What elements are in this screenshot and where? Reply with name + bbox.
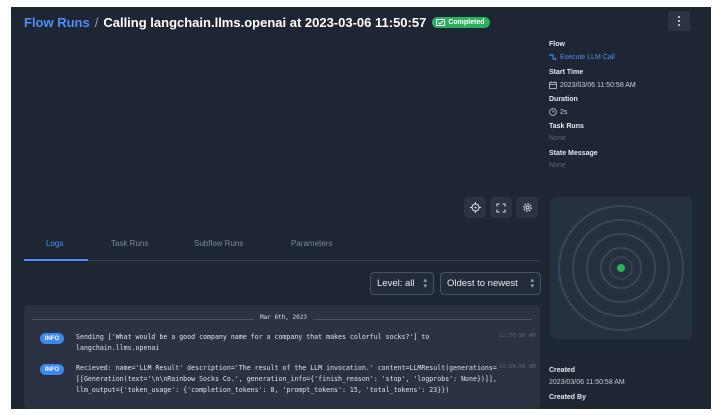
breadcrumb-flow-runs-link[interactable]: Flow Runs [24, 15, 90, 30]
flow-link[interactable]: Execute LLM Call [549, 53, 615, 61]
status-badge: Completed [432, 16, 491, 28]
sort-chevron-icon: ▴ ▾ [530, 276, 534, 290]
sort-chevron-icon: ▴ ▾ [423, 276, 427, 290]
timeline-settings-button[interactable] [516, 197, 538, 218]
clock-icon [549, 108, 557, 116]
log-timestamp: 11:50:58 AM [499, 333, 536, 339]
radar-graph [558, 205, 684, 331]
settings-icon [522, 203, 532, 212]
duration-label: Duration [549, 96, 578, 103]
task-runs-label: Task Runs [549, 123, 584, 130]
log-level-select[interactable]: Level: all ▴ ▾ [370, 272, 434, 295]
tab-parameters[interactable]: Parameters [291, 239, 332, 248]
duration-value: 2s [560, 108, 568, 116]
created-value: 2023/03/06 11:50:58 AM [549, 379, 625, 386]
flow-label: Flow [549, 41, 565, 48]
flow-run-radar[interactable] [550, 197, 692, 339]
duration: 2s [549, 108, 567, 116]
state-message-label: State Message [549, 150, 598, 157]
calendar-icon [549, 81, 557, 89]
created-by-label: Created By [549, 394, 586, 401]
start-time-value: 2023/03/06 11:50:58 AM [560, 81, 636, 89]
more-options-button[interactable] [668, 11, 690, 31]
task-runs-value: None [549, 135, 566, 142]
log-sort-select[interactable]: Oldest to newest ▴ ▾ [440, 272, 541, 295]
logs-panel[interactable]: Mar 6th, 2023 INFO Sending ['What would … [24, 305, 540, 409]
log-sort-value: Oldest to newest [447, 278, 518, 289]
created-label: Created [549, 367, 576, 374]
check-icon [436, 18, 446, 26]
radar-node[interactable] [617, 264, 625, 272]
tab-task-runs[interactable]: Task Runs [111, 239, 148, 248]
active-tab-indicator [24, 259, 88, 261]
app-window: Flow Runs / Calling langchain.llms.opena… [11, 7, 711, 409]
log-level-badge: INFO [40, 333, 64, 344]
page-title: Calling langchain.llms.openai at 2023-03… [103, 14, 427, 30]
log-level-value: Level: all [377, 278, 415, 289]
run-details-sidebar: Flow Execute LLM Call Start Time 2023/03… [549, 37, 709, 409]
status-badge-label: Completed [448, 18, 485, 26]
log-level-badge: INFO [40, 364, 64, 375]
start-time-label: Start Time [549, 69, 584, 76]
log-message: Recieved: name='LLM Result' description=… [76, 364, 497, 394]
breadcrumb: Flow Runs / Calling langchain.llms.opena… [24, 12, 491, 32]
fullscreen-button[interactable] [490, 197, 512, 218]
tab-logs[interactable]: Logs [46, 239, 63, 248]
log-message: Sending ['What would be a good company n… [76, 333, 430, 352]
breadcrumb-separator: / [94, 14, 99, 30]
log-timestamp: 11:50:58 AM [499, 364, 536, 370]
flow-icon [549, 54, 557, 60]
kebab-icon [678, 15, 680, 27]
state-message-value: None [549, 162, 566, 169]
crosshair-icon [469, 202, 481, 213]
log-date: Mar 6th, 2023 [254, 314, 313, 321]
tab-subflow-runs[interactable]: Subflow Runs [194, 239, 243, 248]
run-tabs: Logs Task Runs Subflow Runs Parameters [24, 235, 540, 261]
start-time: 2023/03/06 11:50:58 AM [549, 81, 636, 89]
flow-name: Execute LLM Call [560, 53, 615, 61]
expand-icon [496, 203, 506, 212]
recenter-button[interactable] [464, 197, 486, 218]
